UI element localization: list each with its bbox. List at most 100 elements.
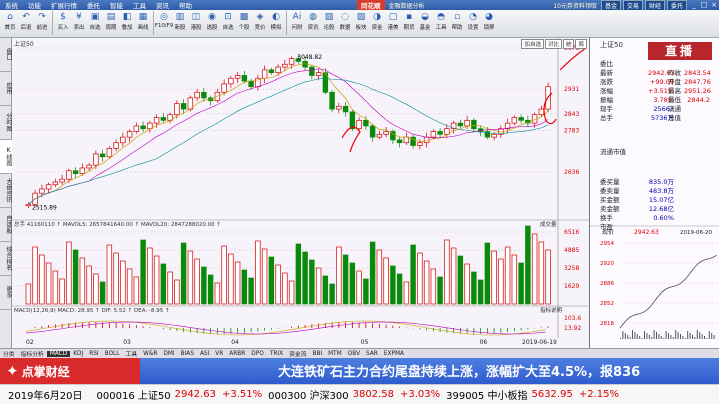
chart-tool-button[interactable]: 局: [575, 39, 587, 49]
toolbar: ⌂ 首页 ↶ 后退 ↷ 前进 $ 买入 ¥ 卖出 ▣ 自选 ▤ 周期 ◧ 叠加 ▦ 画线 ◎ F10/F9 ▥ 新股 ◫ 港股…: [0, 10, 719, 38]
toolbar-button[interactable]: ▣ 自选: [87, 10, 103, 36]
live-badge[interactable]: 直播: [648, 42, 712, 60]
toolbar-button[interactable]: ◑ 资金: [369, 10, 385, 36]
toolbar-button[interactable]: ◕ 锁屏: [481, 10, 497, 36]
toolbar-button[interactable]: $ 买入: [55, 10, 71, 36]
toolbar-button[interactable]: ⊡ 自选: [220, 10, 236, 36]
toolbar-button[interactable]: ▢ 港美: [385, 10, 401, 36]
menu-item[interactable]: 智能: [105, 0, 128, 10]
indicator-tab[interactable]: DPO: [248, 351, 267, 357]
menu-item[interactable]: 工具: [128, 0, 151, 10]
quote-value: 2847.76: [684, 78, 711, 86]
candle-body: [147, 122, 153, 130]
indicator-dropdown[interactable]: 成交量: [540, 220, 557, 228]
indicator-tab[interactable]: BIAS: [178, 351, 197, 357]
indicator-tab[interactable]: EXPMA: [381, 351, 407, 357]
toolbar-button[interactable]: ◍ 资讯: [305, 10, 321, 36]
kline-chart[interactable]: 307829312843278326363048.822515.89总手 411…: [12, 38, 590, 348]
indicator-tab[interactable]: 资金流: [286, 349, 309, 358]
toolbar-label: 自选: [222, 25, 234, 31]
toolbar-button[interactable]: ↷ 前进: [34, 10, 50, 36]
toolbar-button[interactable]: ▤ 周期: [103, 10, 119, 36]
volume-bar: [498, 258, 504, 305]
toolbar-button[interactable]: ◫ 港股: [188, 10, 204, 36]
indicator-tab[interactable]: SAR: [363, 351, 381, 357]
toolbar-button[interactable]: ▨ 板块: [353, 10, 369, 36]
left-tab[interactable]: 应用: [0, 72, 12, 106]
chart-tool-button[interactable]: 加自选: [521, 39, 544, 49]
indicator-tab[interactable]: BOLL: [102, 351, 123, 357]
indicator-tab[interactable]: W&R: [140, 351, 160, 357]
indicator-tab[interactable]: 分类: [0, 349, 18, 358]
logo-mark-icon: ✦: [6, 362, 19, 380]
toolbar-button[interactable]: ◒ 基金: [417, 10, 433, 36]
toolbar-button[interactable]: ◈ 竞价: [252, 10, 268, 36]
toolbar-button[interactable]: ↶ 后退: [18, 10, 34, 36]
chart-tool-button[interactable]: 对比: [544, 39, 562, 49]
indicator-tab[interactable]: DMI: [160, 351, 177, 357]
menu-item[interactable]: 扩展行情: [46, 0, 82, 10]
toolbar-button[interactable]: ▦ 画线: [135, 10, 151, 36]
indicator-tab[interactable]: OBV: [345, 351, 363, 357]
indicator-tab[interactable]: TRIX: [267, 351, 286, 357]
toolbar-label: 港美: [387, 25, 399, 31]
volume-tick: 6516: [564, 229, 579, 236]
indicator-tab[interactable]: VR: [212, 351, 226, 357]
toolbar-button[interactable]: ◉ 选股: [204, 10, 220, 36]
menu-item[interactable]: 系统: [0, 0, 23, 10]
toolbar-label: 板块: [355, 25, 367, 31]
toolbar-button[interactable]: ¥ 卖出: [71, 10, 87, 36]
volume-bar: [457, 255, 464, 305]
toolbar-button[interactable]: Ai 问财: [289, 10, 305, 36]
toolbar-button[interactable]: ▩ 个股: [236, 10, 252, 36]
indicator-tab[interactable]: ASI: [197, 351, 212, 357]
mini-volume-bar: [704, 336, 705, 339]
close-icon[interactable]: ×: [709, 1, 719, 9]
volume-bar: [66, 241, 72, 305]
brand-logo: ✦ 点掌财经: [0, 358, 140, 384]
ad-link[interactable]: 10元券资料领取: [553, 1, 601, 10]
indicator-tab[interactable]: RSI: [86, 351, 101, 357]
indicator-tab[interactable]: KDJ: [70, 351, 86, 357]
minimize-icon[interactable]: _: [689, 1, 699, 9]
menu-quick-button[interactable]: 交易: [622, 0, 643, 11]
toolbar-button[interactable]: ◧ 叠加: [119, 10, 135, 36]
toolbar-button[interactable]: ▫ 帮助: [449, 10, 465, 36]
toolbar-button[interactable]: ◎ F10/F9: [155, 10, 173, 36]
indicator-tab[interactable]: 工具: [123, 349, 141, 358]
toolbar-button[interactable]: ◓ 工具: [433, 10, 449, 36]
mini-volume-bar: [699, 332, 701, 339]
indicator-tab[interactable]: MACD: [46, 350, 71, 357]
indicator-tab[interactable]: MTM: [325, 351, 345, 357]
toolbar-button[interactable]: ▪ 期货: [401, 10, 417, 36]
left-tab[interactable]: 更多: [0, 276, 12, 310]
toolbar-button[interactable]: ▥ 新股: [172, 10, 188, 36]
toolbar-button[interactable]: ◔ 设置: [465, 10, 481, 36]
left-tab[interactable]: 分时图: [0, 106, 12, 140]
menu-quick-button[interactable]: 基金: [600, 0, 621, 11]
menu-item[interactable]: 委托: [82, 0, 105, 10]
left-tab[interactable]: 自选股: [0, 208, 12, 242]
order-button[interactable]: 委托: [666, 0, 687, 11]
indicator-help-button[interactable]: 指标说明: [540, 306, 563, 314]
left-tab[interactable]: 大盘资讯: [0, 174, 12, 208]
candle-body: [234, 75, 241, 79]
indicator-tab[interactable]: 指标分析: [18, 349, 47, 358]
finance-button[interactable]: 财经: [644, 0, 665, 11]
toolbar-button[interactable]: ⌂ 首页: [2, 10, 18, 36]
kline-chart-panel[interactable]: 307829312843278326363048.822515.89总手 411…: [12, 38, 590, 348]
indicator-tab[interactable]: BBI: [309, 351, 325, 357]
volume-bar: [511, 254, 518, 305]
maximize-icon[interactable]: □: [699, 1, 709, 9]
toolbar-button[interactable]: ◐ 模拟: [268, 10, 284, 36]
menu-item[interactable]: 帮助: [174, 0, 197, 10]
indicator-tab[interactable]: ARBR: [226, 351, 248, 357]
left-tab[interactable]: 综合排名: [0, 242, 12, 276]
toolbar-button[interactable]: ▧ 论股: [321, 10, 337, 36]
menu-item[interactable]: 功能: [23, 0, 46, 10]
left-tab[interactable]: K线图: [0, 140, 12, 174]
chart-tool-button[interactable]: 统: [562, 39, 575, 49]
left-tab[interactable]: 盘口: [0, 38, 12, 72]
toolbar-button[interactable]: ◌ 数据: [337, 10, 353, 36]
menu-item[interactable]: 资讯: [151, 0, 174, 10]
